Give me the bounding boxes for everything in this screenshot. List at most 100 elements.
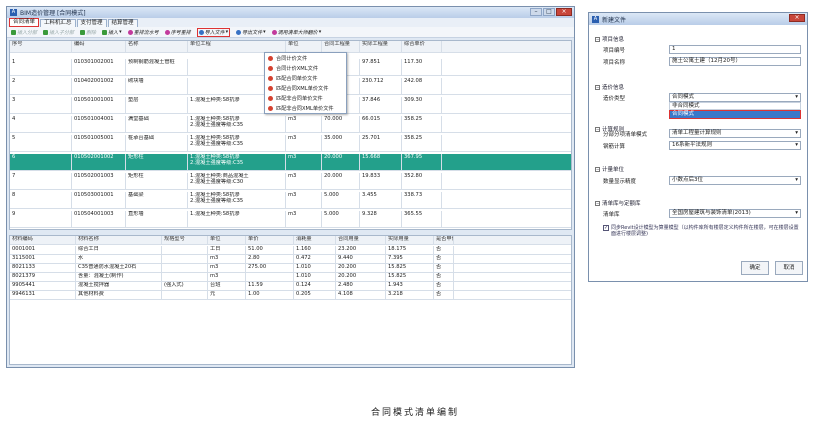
minimize-button[interactable]: – [530, 8, 542, 16]
option-contract[interactable]: 合同模式 [669, 110, 801, 119]
material-row[interactable]: 0001001 综合工日 工日 51.00 1.160 23.200 18.175 否 [10, 246, 571, 255]
dialog-close-button[interactable]: × [789, 14, 805, 22]
insert-icon [43, 29, 49, 35]
maximize-button[interactable]: □ [543, 8, 555, 16]
tab-material-summary[interactable]: 工料机汇总 [40, 19, 76, 27]
ok-button[interactable]: 确定 [741, 261, 769, 275]
project-name-input[interactable]: 施土公寓土建（12月20号） [669, 57, 801, 66]
table-cell: 338.73 [402, 192, 442, 208]
table-cell: 0.472 [294, 255, 336, 263]
section-project-info[interactable]: − 项目信息 [595, 35, 624, 43]
table-cell: 15.668 [360, 154, 402, 170]
tab-payment[interactable]: 支付管理 [76, 19, 107, 27]
cost-type-select[interactable]: 合同模式 [669, 93, 801, 102]
material-row[interactable]: 8021133 C35普通防水混凝土20石 m3 275.00 1.010 20.200 1… [10, 264, 571, 273]
row-number: 6 [10, 154, 72, 170]
sync-revit-checkbox[interactable]: ✓ [603, 225, 609, 231]
table-cell: 010504001003 [72, 211, 126, 227]
section-libraries[interactable]: − 清单库与定额库 [595, 199, 641, 207]
table-cell: 矩形柱 [126, 173, 188, 189]
table-row[interactable]: 7 010502001003 矩形柱 1.混凝土种类:商品混凝土 2.混凝土强度等级:… [10, 173, 571, 190]
bill-mode-select[interactable]: 清单工程量计算规则 [669, 129, 801, 138]
material-row[interactable]: 9905441 混凝土搅拌器 (强入式) 台班 11.59 0.124 2.480 1.943… [10, 282, 571, 291]
bill-library-select[interactable]: 全国房屋建筑与装饰清单(2013) [669, 209, 801, 218]
row-number: 1 [10, 59, 72, 75]
table-cell [246, 273, 294, 281]
dialog-title: 新建文件 [602, 16, 627, 24]
table-row[interactable]: 5 010501005001 桩承台基础 1.混凝土种类:S8抗渗 2.混凝土强度等级… [10, 135, 571, 152]
table-cell: m3 [286, 192, 322, 208]
table-cell: 010501001001 [72, 97, 126, 113]
table-cell: 综合工日 [76, 246, 162, 254]
table-cell: 19.833 [360, 173, 402, 189]
table-cell: 35.000 [322, 135, 360, 151]
menu-label: 匹配非合同XML单价文件 [276, 105, 334, 112]
table-cell: 010501004001 [72, 116, 126, 132]
table-cell: m3 [208, 255, 246, 263]
table-row[interactable]: 4 010501004001 满堂基础 1.混凝土种类:S8抗渗 2.混凝土强度等级:… [10, 116, 571, 133]
table-cell: 20.200 [336, 273, 386, 281]
insert-button[interactable]: 插入 ▾ [102, 29, 122, 36]
tab-contract-list[interactable]: 合同清单 [9, 18, 40, 27]
file-icon [268, 75, 273, 81]
table-cell: 309.30 [402, 97, 442, 113]
insert-division-button[interactable]: 插入分部 [11, 29, 37, 36]
call-master-button[interactable]: 调用清单大师翻价 ▾ [271, 29, 321, 36]
import-menu-item[interactable]: 合同计价文件 [265, 53, 346, 63]
import-menu-item[interactable]: 合同计价XML文件 [265, 63, 346, 73]
section-cost-info[interactable]: − 造价信息 [595, 83, 624, 91]
close-button[interactable]: × [556, 8, 572, 16]
import-menu-item[interactable]: 匹配非合同单价文件 [265, 93, 346, 103]
import-file-button[interactable]: 导入文件 ▾ [196, 27, 231, 37]
table-cell: 010503001001 [72, 192, 126, 208]
insert-subdivision-button[interactable]: 插入子分部 [43, 29, 74, 36]
table-cell: 8021133 [10, 264, 76, 272]
import-menu-item[interactable]: 匹配合同XML单价文件 [265, 83, 346, 93]
table-row[interactable]: 9 010504001003 直形墙 1.混凝土种类:S8抗渗 m3 5.000 9.328… [10, 211, 571, 228]
table-cell: 5.000 [322, 192, 360, 208]
table-cell: 358.25 [402, 116, 442, 132]
table-cell: 混凝土搅拌器 [76, 282, 162, 290]
option-non-contract[interactable]: 非合同模式 [669, 102, 801, 110]
import-menu-item[interactable]: 匹配合同单价文件 [265, 73, 346, 83]
bill-mode-label: 分部分项清单模式 [603, 132, 648, 138]
table-cell: 3115001 [10, 255, 76, 263]
rebar-calc-select[interactable]: 16系新平法规则 [669, 141, 801, 150]
table-cell: 3.455 [360, 192, 402, 208]
row-number: 2 [10, 78, 72, 94]
project-number-input[interactable]: 1 [669, 45, 801, 54]
table-cell: 15.825 [386, 264, 434, 272]
table-cell: 1.943 [386, 282, 434, 290]
export-file-button[interactable]: 导出文件 ▾ [236, 29, 266, 36]
table-cell: 1.混凝土种类:S8抗渗 2.混凝土强度等级:C35 [188, 192, 286, 208]
material-row[interactable]: 9946131 其他材料费 元 1.00 0.205 4.108 3.218 否 [10, 291, 571, 300]
menu-label: 匹配合同单价文件 [276, 75, 318, 82]
precision-select[interactable]: 小数点后3位 [669, 176, 801, 185]
material-header: 材料编码材料名称规格型号单位单价消耗量合同用量实际用量是否甲供 [10, 236, 571, 245]
table-row[interactable]: 8 010503001001 基础梁 1.混凝土种类:S8抗渗 2.混凝土强度等级:C… [10, 192, 571, 209]
table-cell: 010301002001 [72, 59, 126, 75]
table-cell: m3 [208, 264, 246, 272]
section-units[interactable]: − 计量单位 [595, 165, 624, 173]
delete-button[interactable]: 删除 [80, 29, 96, 36]
reorder-button[interactable]: 序号重排 [164, 29, 191, 36]
tab-settlement[interactable]: 结算管理 [107, 19, 138, 27]
table-cell [162, 255, 208, 263]
cancel-button[interactable]: 取消 [775, 261, 803, 275]
table-cell: 18.175 [386, 246, 434, 254]
table-cell: 1.160 [294, 246, 336, 254]
renumber-button[interactable]: 重排流水号 [127, 29, 159, 36]
table-cell: 1.010 [294, 273, 336, 281]
table-cell: 否 [434, 264, 454, 272]
table-cell: 242.08 [402, 78, 442, 94]
material-row[interactable]: 8021379 含量：混凝土(制作) m3 1.010 20.200 15.825 否 [10, 273, 571, 282]
sync-revit-option[interactable]: ✓ 同步Revit设计模型为算量模型（以构件库所有楼层定义构件所在楼层，可在楼层… [603, 225, 803, 237]
table-row[interactable]: 6 010502001002 矩形柱 1.混凝土种类:S8抗渗 2.混凝土强度等级:C… [10, 154, 571, 171]
table-cell: 11.59 [246, 282, 294, 290]
row-number: 8 [10, 192, 72, 208]
import-menu-item[interactable]: 匹配非合同XML单价文件 [265, 103, 346, 113]
dialog-titlebar: A 新建文件 × [589, 13, 807, 25]
file-icon [268, 85, 273, 91]
material-row[interactable]: 3115001 水 m3 2.80 0.472 9.440 7.395 否 [10, 255, 571, 264]
table-cell: 7.395 [386, 255, 434, 263]
